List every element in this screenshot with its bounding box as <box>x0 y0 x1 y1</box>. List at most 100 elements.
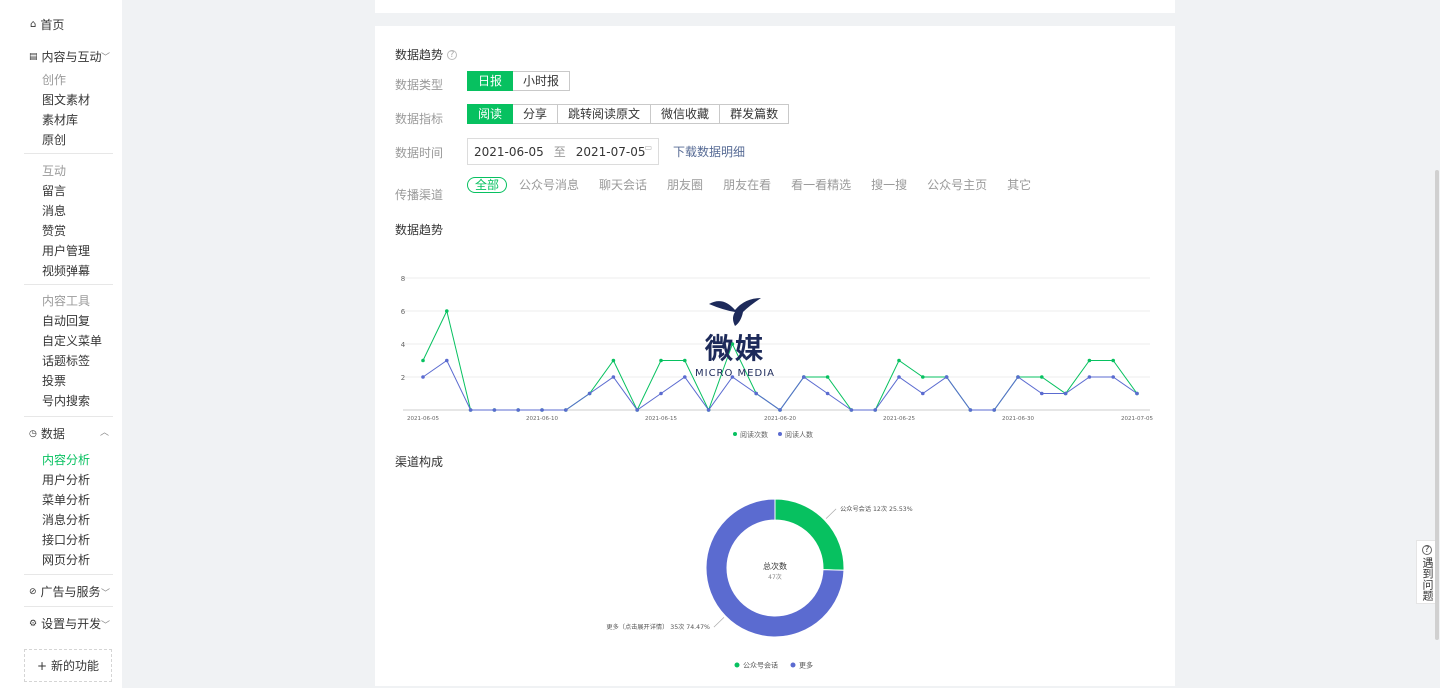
data-point <box>897 375 901 379</box>
sidebar-item-comments[interactable]: 留言 <box>42 182 66 199</box>
sidebar-item-original[interactable]: 原创 <box>42 131 66 148</box>
channel-other[interactable]: 其它 <box>1007 176 1031 193</box>
legend-label: 阅读次数 <box>740 430 768 439</box>
sidebar-item-users[interactable]: 用户管理 <box>42 242 90 259</box>
data-point <box>921 391 925 396</box>
channel-top-stories[interactable]: 看一看精选 <box>791 176 851 193</box>
data-point <box>1087 358 1092 363</box>
sidebar-item-home[interactable]: ⌂ 首页 <box>30 16 64 33</box>
sidebar-item-library[interactable]: 素材库 <box>42 111 78 128</box>
data-type-daily[interactable]: 日报 <box>467 71 514 91</box>
data-point <box>921 375 925 379</box>
previous-card <box>375 0 1175 13</box>
metric-read-original[interactable]: 跳转阅读原文 <box>558 104 652 124</box>
chevron-down-icon[interactable]: ﹀ <box>101 586 110 599</box>
pie-label: 公众号会话 12次 25.53% <box>840 505 913 513</box>
y-tick-label: 6 <box>401 308 406 316</box>
sidebar-item-menu-analysis[interactable]: 菜单分析 <box>42 491 90 508</box>
legend-marker <box>733 432 737 436</box>
legend-label: 更多 <box>799 661 813 670</box>
divider <box>24 606 113 607</box>
data-point <box>611 375 616 379</box>
data-point <box>849 408 854 412</box>
data-point <box>492 408 497 412</box>
data-type-hourly[interactable]: 小时报 <box>513 71 571 91</box>
sidebar-item-image-text[interactable]: 图文素材 <box>42 91 90 108</box>
divider <box>24 284 113 285</box>
legend-marker <box>734 662 740 668</box>
pie-center-title: 总次数 <box>763 561 787 571</box>
document-icon: ▤ <box>29 51 38 62</box>
data-point <box>516 408 520 412</box>
data-point <box>825 375 830 379</box>
sidebar-group-data[interactable]: ◷ 数据 <box>29 425 65 442</box>
channel-moments[interactable]: 朋友圈 <box>667 176 703 193</box>
channel-chat[interactable]: 聊天会话 <box>599 176 647 193</box>
clock-icon: ◷ <box>29 428 37 439</box>
data-point <box>706 408 711 412</box>
help-icon[interactable]: ? <box>447 49 458 60</box>
new-feature-label: 新的功能 <box>51 659 100 673</box>
data-point <box>445 309 449 313</box>
metric-label: 数据指标 <box>395 112 444 126</box>
time-label: 数据时间 <box>395 146 444 160</box>
watermark-glyphs: 微媒 <box>704 332 765 365</box>
data-point <box>1111 375 1115 379</box>
y-tick-label: 8 <box>401 275 405 283</box>
metric-favorite[interactable]: 微信收藏 <box>651 104 721 124</box>
sidebar-group-label: 设置与开发 <box>41 617 102 631</box>
channel-message[interactable]: 公众号消息 <box>519 176 579 193</box>
y-tick-label: 2 <box>401 374 405 382</box>
sidebar-group-content[interactable]: ▤ 内容与互动 <box>29 48 102 65</box>
sidebar-item-reward[interactable]: 赞赏 <box>42 222 66 239</box>
pie-title: 渠道构成 <box>395 455 444 469</box>
date-separator: 至 <box>553 145 566 159</box>
data-type-label: 数据类型 <box>395 78 444 92</box>
sidebar-item-auto-reply[interactable]: 自动回复 <box>42 312 90 329</box>
chevron-down-icon[interactable]: ﹀ <box>101 618 110 631</box>
trend-section-header: 数据趋势 ? <box>395 46 458 63</box>
sidebar-item-message-analysis[interactable]: 消息分析 <box>42 511 90 528</box>
divider <box>24 153 113 154</box>
channel-homepage[interactable]: 公众号主页 <box>927 176 987 193</box>
new-feature-button[interactable]: + 新的功能 <box>24 649 112 682</box>
data-point <box>1135 391 1139 396</box>
metric-posts[interactable]: 群发篇数 <box>720 104 790 124</box>
pie-label-leader <box>825 508 837 519</box>
sidebar-item-messages[interactable]: 消息 <box>42 202 66 219</box>
data-point <box>659 358 663 363</box>
channel-search[interactable]: 搜一搜 <box>871 176 907 193</box>
calendar-icon: ▭ <box>644 143 652 152</box>
sidebar-item-custom-menu[interactable]: 自定义菜单 <box>42 332 102 349</box>
sidebar-subtitle-interaction: 互动 <box>42 164 67 178</box>
gear-icon: ⚙ <box>29 618 38 629</box>
sidebar-item-web-analysis[interactable]: 网页分析 <box>42 551 90 568</box>
sidebar-group-ads[interactable]: ⊘ 广告与服务 <box>29 583 101 600</box>
divider <box>24 574 113 575</box>
sidebar-item-danmaku[interactable]: 视频弹幕 <box>42 262 90 279</box>
chevron-up-icon[interactable]: ︿ <box>100 425 109 438</box>
sidebar-item-search[interactable]: 号内搜索 <box>42 392 90 409</box>
data-point <box>421 358 425 363</box>
channel-friends-watching[interactable]: 朋友在看 <box>723 176 771 193</box>
data-point <box>1040 391 1044 396</box>
sidebar-item-topic-tags[interactable]: 话题标签 <box>42 352 90 369</box>
x-tick-label: 2021-06-15 <box>645 416 677 422</box>
sidebar-item-vote[interactable]: 投票 <box>42 372 66 389</box>
pie-label: 更多（点击展开详情） 35次 74.47% <box>606 623 710 631</box>
sidebar-item-content-analysis[interactable]: 内容分析 <box>42 451 90 468</box>
date-range-picker[interactable]: 2021-06-05 至 2021-07-05 ▭ <box>467 138 659 165</box>
sidebar-group-settings[interactable]: ⚙ 设置与开发 <box>29 615 101 632</box>
data-point <box>897 358 901 363</box>
channel-all[interactable]: 全部 <box>467 176 508 193</box>
sidebar-item-api-analysis[interactable]: 接口分析 <box>42 531 90 548</box>
chevron-down-icon[interactable]: ﹀ <box>101 50 110 63</box>
x-tick-label: 2021-07-05 <box>1121 416 1153 422</box>
plus-icon: + <box>36 658 48 673</box>
scrollbar[interactable] <box>1435 170 1439 640</box>
metric-share[interactable]: 分享 <box>513 104 559 124</box>
sidebar-item-user-analysis[interactable]: 用户分析 <box>42 471 90 488</box>
metric-read[interactable]: 阅读 <box>467 104 514 124</box>
watermark: 微媒 MICRO MEDIA <box>675 294 795 406</box>
download-link[interactable]: 下载数据明细 <box>673 143 745 160</box>
